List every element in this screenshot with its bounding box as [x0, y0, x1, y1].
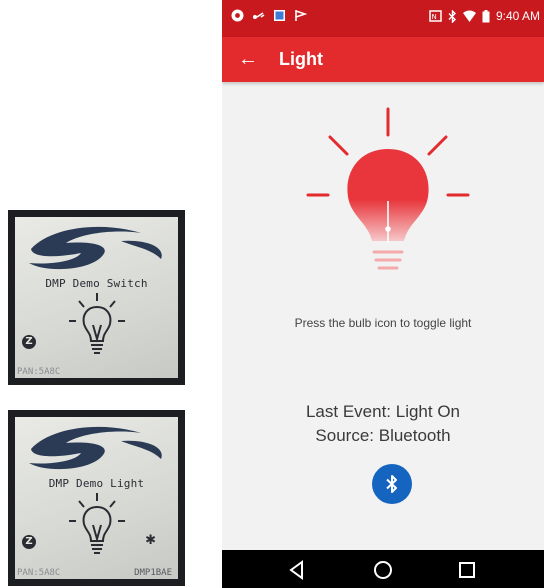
lcd-switch-photo: DMP Demo Switch Z PAN:5A8C: [8, 210, 185, 385]
lcd-bulb-icon: [69, 293, 125, 354]
lcd-light-photo: DMP Demo Light Z ✱ PAN:5A8C DMP1BAE: [8, 410, 185, 586]
event-source-label: Source: Bluetooth: [315, 426, 451, 445]
light-bulb-toggle[interactable]: [222, 95, 544, 295]
lcd-light-screen: DMP Demo Light Z ✱ PAN:5A8C DMP1BAE: [15, 417, 178, 579]
zwave-icon: Z: [22, 335, 36, 349]
silicon-labs-logo: [29, 226, 162, 270]
svg-text:N: N: [431, 13, 436, 21]
silicon-labs-logo: [29, 426, 162, 470]
status-bar-time: 9:40 AM: [495, 9, 540, 23]
lcd-bulb-icon: [69, 493, 125, 554]
bluetooth-button[interactable]: [372, 464, 412, 504]
android-nav-bar: [222, 550, 544, 588]
status-bar-right-icons: N 9:40 AM: [429, 9, 540, 23]
lcd-switch-screen: DMP Demo Switch Z PAN:5A8C: [15, 217, 178, 378]
back-arrow-icon[interactable]: ←: [234, 45, 262, 73]
nfc-icon: N: [429, 10, 442, 22]
lcd-light-title: DMP Demo Light: [48, 477, 145, 490]
bluetooth-icon: [448, 9, 456, 23]
lcd-light-device-id: DMP1BAE: [134, 568, 172, 578]
back-icon[interactable]: [286, 559, 308, 581]
page-title: Light: [279, 49, 323, 69]
chrome-icon: [231, 9, 244, 22]
toggle-hint-text: Press the bulb icon to toggle light: [294, 316, 472, 330]
zwave-icon: Z: [22, 535, 36, 549]
home-icon[interactable]: [372, 559, 394, 581]
status-bar: N 9:40 AM: [222, 0, 544, 37]
usb-icon: [253, 12, 265, 19]
status-bar-left-icons: [231, 9, 307, 22]
lcd-switch-title: DMP Demo Switch: [45, 277, 148, 290]
flag-icon: [295, 10, 307, 21]
bluetooth-icon: ✱: [145, 533, 156, 548]
recents-icon[interactable]: [456, 559, 478, 581]
battery-icon: [482, 9, 490, 22]
lcd-light-pan: PAN:5A8C: [17, 568, 61, 578]
gallery-icon: [274, 10, 285, 21]
app-bar: ← Light: [222, 37, 544, 82]
lcd-switch-pan: PAN:5A8C: [17, 367, 61, 377]
bluetooth-icon: [386, 475, 397, 493]
last-event-label: Last Event: Light On: [305, 402, 461, 421]
phone-screen: N 9:40 AM ← Light Press the bulb icon to…: [222, 0, 544, 588]
event-info: Last Event: Light On Source: Bluetooth: [222, 400, 544, 448]
wifi-icon: [462, 10, 476, 22]
